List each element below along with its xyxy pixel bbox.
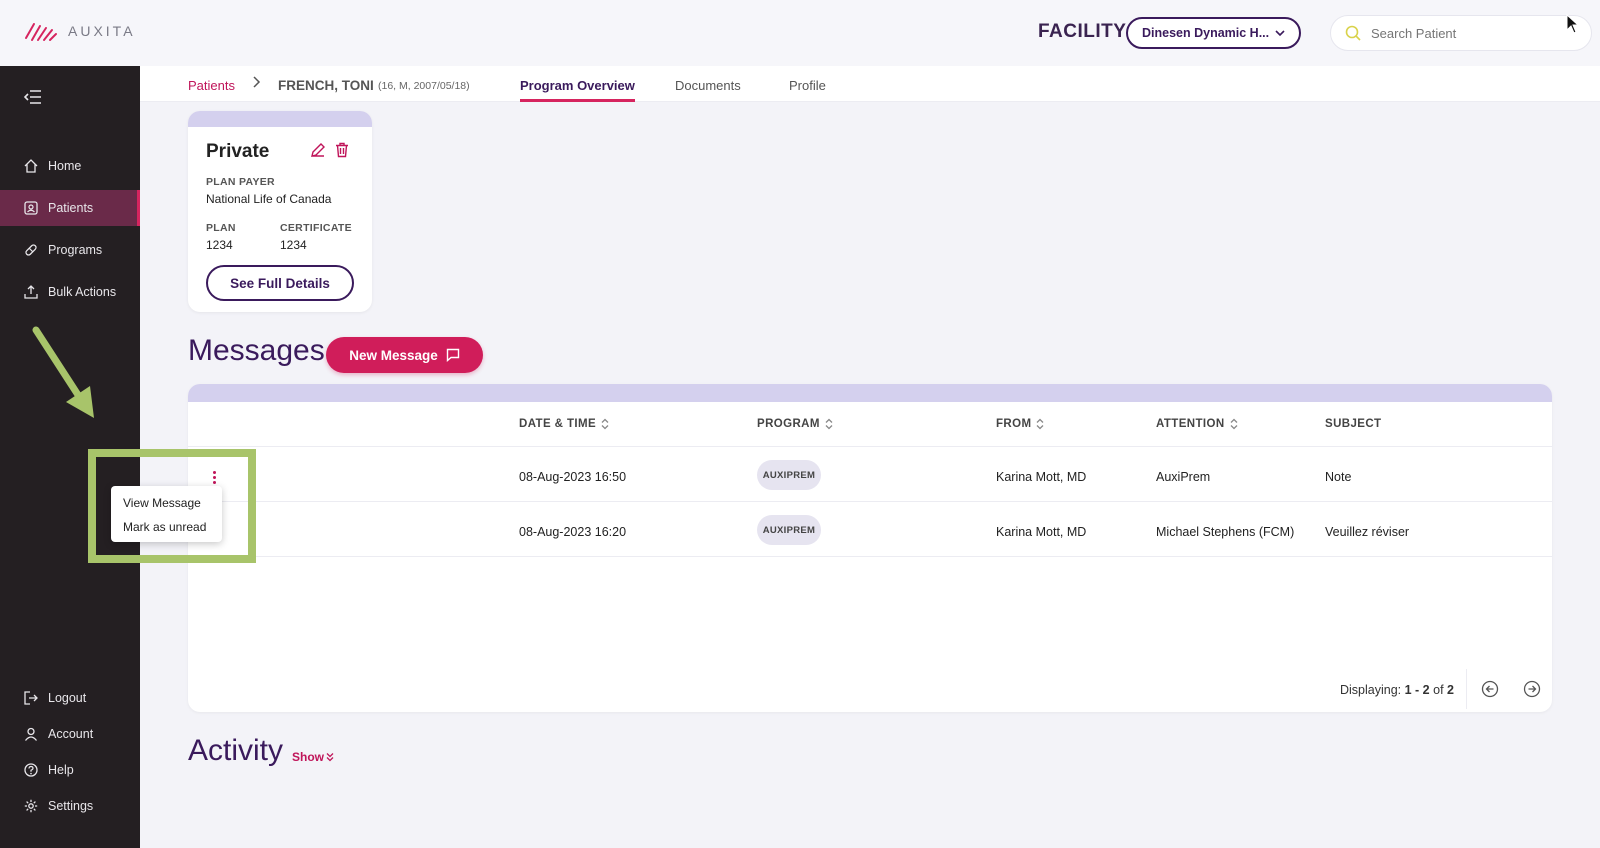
chevron-down-icon: [1275, 30, 1285, 37]
sort-icon: [1037, 418, 1044, 430]
collapse-sidebar-icon[interactable]: [24, 90, 42, 104]
sidebar-item-home[interactable]: Home: [0, 148, 140, 184]
program-badge: AUXIPREM: [757, 515, 821, 545]
plan-payer-value: National Life of Canada: [206, 192, 332, 206]
gear-icon: [24, 799, 38, 813]
plan-card: Private PLAN PAYER National Life of Cana…: [188, 111, 372, 312]
program-badge: AUXIPREM: [757, 460, 821, 490]
sidebar-item-label: Programs: [48, 243, 103, 257]
facility-label: FACILITY: [1038, 21, 1127, 42]
messages-table: DATE & TIME PROGRAM FROM ATTENTION SUBJE…: [188, 384, 1552, 712]
next-page-button[interactable]: [1518, 675, 1546, 703]
logo-text: AUXITA: [68, 23, 136, 39]
mouse-cursor-icon: [1566, 14, 1580, 34]
upload-icon: [24, 285, 38, 299]
pill-icon: [25, 244, 37, 256]
sidebar-item-settings[interactable]: Settings: [0, 791, 140, 821]
sidebar-item-label: Bulk Actions: [48, 285, 117, 299]
sidebar-item-label: Logout: [48, 691, 87, 705]
see-full-details-button[interactable]: See Full Details: [206, 265, 354, 301]
sidebar-item-account[interactable]: Account: [0, 719, 140, 749]
home-icon: [24, 159, 38, 173]
sidebar-item-patients[interactable]: Patients: [0, 190, 140, 226]
tab-program-overview[interactable]: Program Overview: [520, 78, 635, 102]
activity-title: Activity: [188, 734, 284, 767]
logout-icon: [24, 691, 38, 705]
plan-value: 1234: [206, 238, 233, 252]
sidebar-item-bulk-actions[interactable]: Bulk Actions: [0, 274, 140, 310]
logo[interactable]: AUXITA: [24, 20, 136, 42]
breadcrumb-patient-name: FRENCH, TONI: [278, 78, 374, 93]
menu-item-view-message[interactable]: View Message: [111, 491, 222, 515]
plan-payer-label: PLAN PAYER: [206, 176, 275, 188]
row-subject: Note: [1325, 470, 1352, 484]
user-icon: [24, 727, 38, 741]
sidebar-item-label: Settings: [48, 799, 94, 813]
arrow-left-circle-icon: [1481, 680, 1499, 698]
sidebar-item-label: Help: [48, 763, 74, 777]
edit-icon[interactable]: [310, 142, 326, 158]
row-divider: [188, 556, 1552, 557]
sidebar-item-help[interactable]: Help: [0, 755, 140, 785]
tabs-bar: Patients FRENCH, TONI (16, M, 2007/05/18…: [140, 66, 1600, 102]
tab-profile[interactable]: Profile: [789, 78, 826, 99]
plan-actions: [310, 142, 350, 158]
column-header-program[interactable]: PROGRAM: [757, 418, 833, 430]
previous-page-button[interactable]: [1476, 675, 1504, 703]
sort-icon: [1230, 418, 1238, 430]
column-header-subject: SUBJECT: [1325, 418, 1382, 430]
pager-divider: [1466, 669, 1467, 709]
row-divider: [188, 446, 1552, 447]
delete-icon[interactable]: [334, 142, 350, 158]
sort-icon: [825, 418, 833, 430]
top-bar: AUXITA FACILITY Dinesen Dynamic H...: [0, 0, 1600, 66]
double-chevron-down-icon: [326, 753, 334, 762]
sidebar-item-label: Account: [48, 727, 94, 741]
row-context-menu: View Message Mark as unread: [111, 486, 222, 542]
sidebar-item-logout[interactable]: Logout: [0, 683, 140, 713]
facility-select[interactable]: Dinesen Dynamic H...: [1126, 17, 1301, 49]
search-input[interactable]: [1371, 25, 1561, 41]
facility-value: Dinesen Dynamic H...: [1142, 26, 1270, 40]
row-datetime: 08-Aug-2023 16:20: [519, 525, 627, 539]
new-message-button[interactable]: New Message: [326, 337, 483, 373]
certificate-value: 1234: [280, 238, 307, 252]
messages-title: Messages: [188, 334, 325, 367]
row-attention: AuxiPrem: [1156, 470, 1211, 484]
patients-icon: [24, 201, 38, 215]
help-icon: [24, 763, 38, 777]
row-datetime: 08-Aug-2023 16:50: [519, 470, 627, 484]
plan-title: Private: [206, 141, 270, 162]
arrow-right-circle-icon: [1523, 680, 1541, 698]
column-header-datetime[interactable]: DATE & TIME: [519, 418, 609, 430]
breadcrumb-patient-meta: (16, M, 2007/05/18): [378, 80, 470, 92]
row-attention: Michael Stephens (FCM): [1156, 525, 1295, 539]
auxita-logo-icon: [25, 23, 57, 41]
pager-status: Displaying: 1 - 2 of 2: [1340, 683, 1454, 697]
search-box[interactable]: [1330, 15, 1592, 51]
column-header-from[interactable]: FROM: [996, 418, 1044, 430]
row-from: Karina Mott, MD: [996, 525, 1087, 539]
menu-item-mark-as-unread[interactable]: Mark as unread: [111, 515, 222, 539]
chevron-right-icon: [253, 76, 261, 88]
certificate-label: CERTIFICATE: [280, 222, 352, 234]
plan-label: PLAN: [206, 222, 236, 234]
search-icon: [1345, 25, 1361, 41]
message-icon: [446, 348, 459, 362]
card-band: [188, 111, 372, 127]
activity-show-toggle[interactable]: Show: [292, 750, 334, 764]
row-from: Karina Mott, MD: [996, 470, 1087, 484]
sort-icon: [601, 418, 609, 430]
tab-documents[interactable]: Documents: [675, 78, 741, 99]
sidebar-item-label: Home: [48, 159, 82, 173]
card-band: [188, 384, 1552, 402]
row-divider: [188, 501, 1552, 502]
column-header-attention[interactable]: ATTENTION: [1156, 418, 1238, 430]
sidebar-item-programs[interactable]: Programs: [0, 232, 140, 268]
sidebar-item-label: Patients: [48, 201, 94, 215]
breadcrumb-patients-link[interactable]: Patients: [188, 78, 235, 93]
row-subject: Veuillez réviser: [1325, 525, 1410, 539]
new-message-label: New Message: [349, 347, 438, 363]
annotation-arrow-icon: [32, 326, 94, 418]
